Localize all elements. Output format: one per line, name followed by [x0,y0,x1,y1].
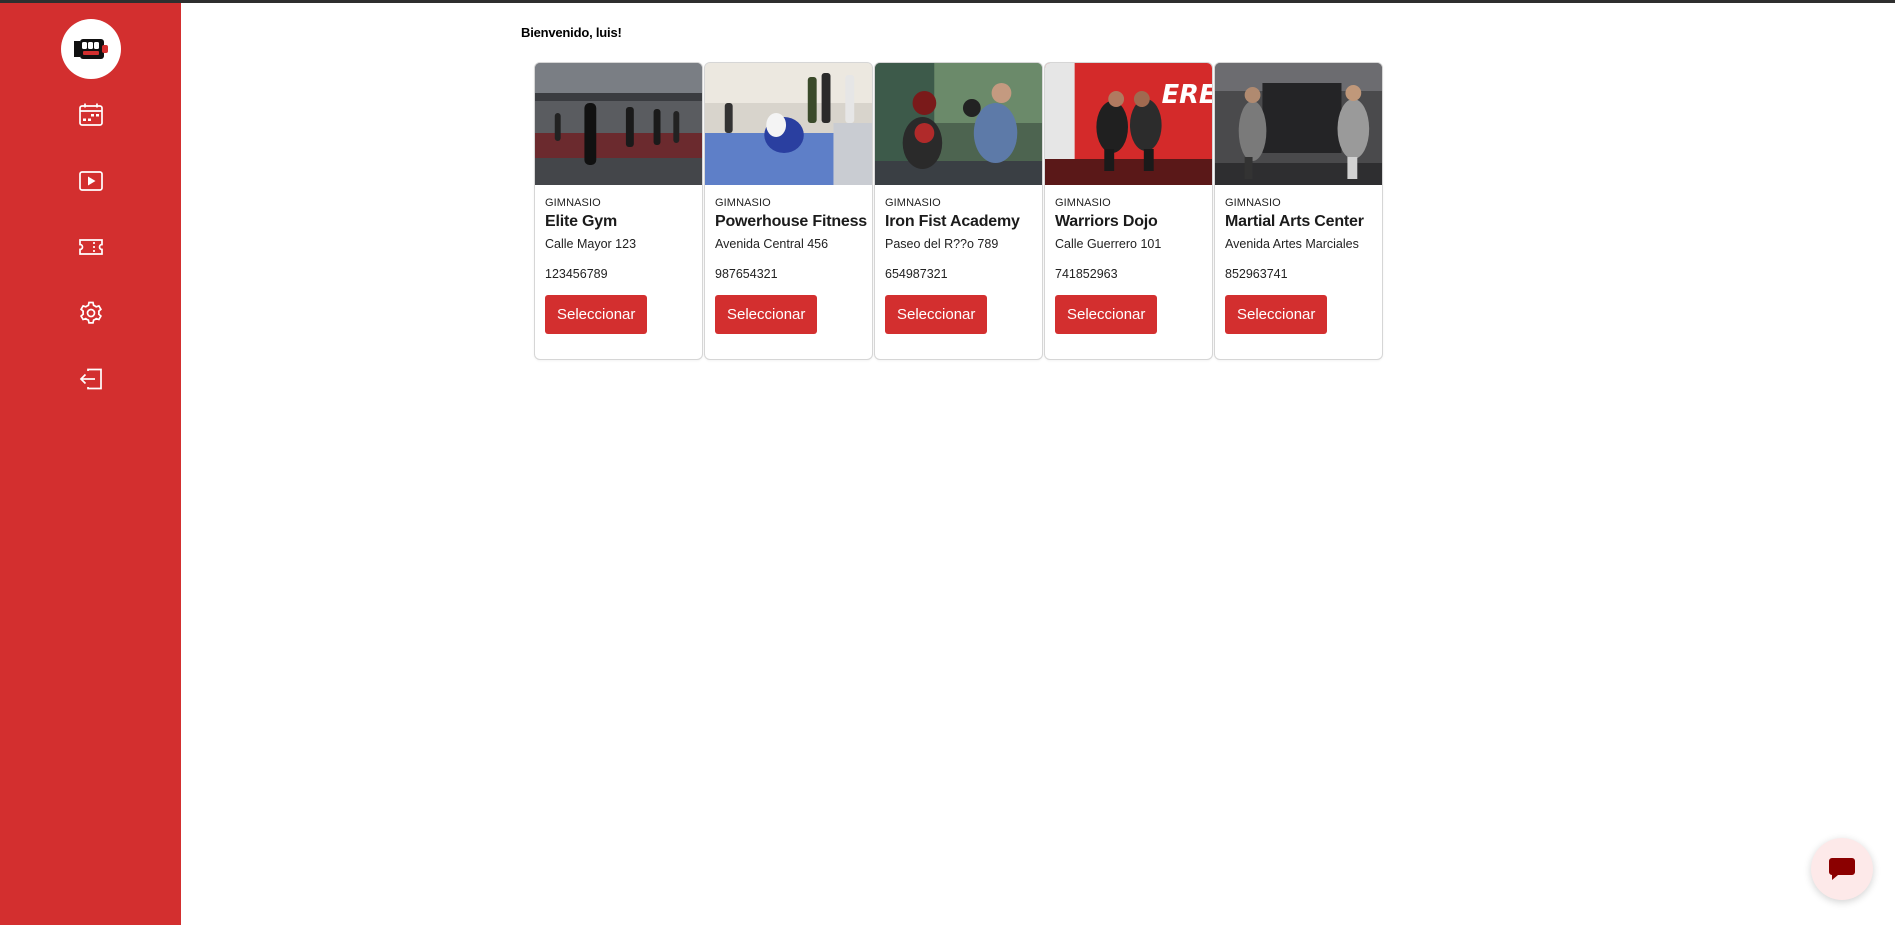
gym-photo [705,63,872,185]
gym-category: GIMNASIO [715,197,771,209]
gym-photo: ERE [1045,63,1212,185]
gym-name: Iron Fist Academy [885,213,1020,230]
gym-category: GIMNASIO [545,197,601,209]
gym-category: GIMNASIO [1225,197,1281,209]
gym-address: Paseo del R??o 789 [885,237,999,251]
gym-address: Avenida Artes Marciales [1225,237,1359,251]
gym-phone: 852963741 [1225,267,1288,281]
gear-icon[interactable] [74,296,108,330]
gym-card: GIMNASIO Iron Fist Academy Paseo del R??… [874,62,1043,360]
gym-card: GIMNASIO Powerhouse Fitness Avenida Cent… [704,62,873,360]
gym-name: Martial Arts Center [1225,213,1364,230]
gym-card-list: GIMNASIO Elite Gym Calle Mayor 123 12345… [534,62,1383,360]
select-gym-button[interactable]: Seleccionar [885,295,988,334]
fist-logo-icon [74,39,108,59]
main-content: Bienvenido, luis! GIMNASIO Elite Gym Cal… [181,3,1895,925]
gym-card: GIMNASIO Elite Gym Calle Mayor 123 12345… [534,62,703,360]
welcome-message: Bienvenido, luis! [521,25,622,40]
select-gym-button[interactable]: Seleccionar [715,295,818,334]
gym-phone: 123456789 [545,267,608,281]
gym-address: Calle Guerrero 101 [1055,237,1162,251]
sidebar [0,3,181,925]
gym-address: Calle Mayor 123 [545,237,637,251]
select-gym-button[interactable]: Seleccionar [545,295,648,334]
calendar-icon[interactable] [74,98,108,132]
gym-card: ERE GIMNASIO Warriors Dojo Calle Guerrer… [1044,62,1213,360]
gym-category: GIMNASIO [885,197,941,209]
gym-photo [1215,63,1382,185]
gym-name: Elite Gym [545,213,618,230]
chat-button[interactable] [1811,838,1873,900]
gym-phone: 654987321 [885,267,948,281]
logout-icon[interactable] [74,362,108,396]
ticket-icon[interactable] [74,230,108,264]
gym-name: Warriors Dojo [1055,213,1158,230]
gym-photo [535,63,702,185]
select-gym-button[interactable]: Seleccionar [1055,295,1158,334]
gym-photo [875,63,1042,185]
gym-phone: 741852963 [1055,267,1118,281]
select-gym-button[interactable]: Seleccionar [1225,295,1328,334]
svg-text:ERE: ERE [1162,80,1212,110]
gym-phone: 987654321 [715,267,778,281]
app-logo[interactable] [61,19,121,79]
gym-category: GIMNASIO [1055,197,1111,209]
gym-address: Avenida Central 456 [715,237,829,251]
play-icon[interactable] [74,164,108,198]
gym-name: Powerhouse Fitness [715,213,867,230]
chat-icon [1829,858,1855,880]
gym-card: GIMNASIO Martial Arts Center Avenida Art… [1214,62,1383,360]
